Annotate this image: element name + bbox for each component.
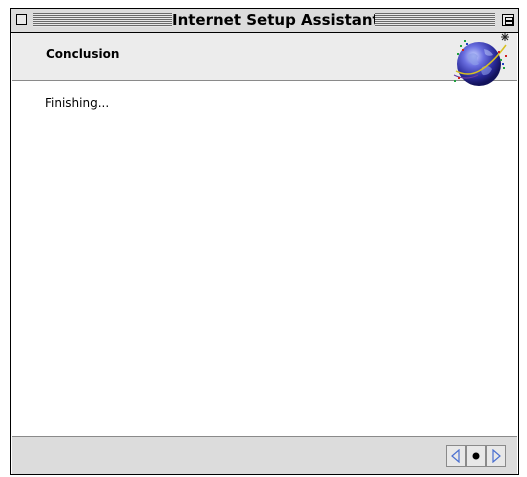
zoom-box-icon[interactable] [502, 14, 514, 26]
title-bar[interactable]: Internet Setup Assistant [11, 9, 518, 33]
triangle-right-icon [492, 449, 501, 463]
setup-assistant-window: Internet Setup Assistant Conclusion Fini… [10, 8, 519, 475]
back-button[interactable] [446, 445, 466, 467]
section-title: Conclusion [46, 47, 120, 61]
triangle-left-icon [451, 449, 460, 463]
window-title: Internet Setup Assistant [172, 9, 380, 32]
forward-button[interactable] [486, 445, 506, 467]
home-button[interactable] [466, 445, 486, 467]
dot-icon [472, 452, 480, 460]
close-box-icon[interactable] [16, 14, 27, 25]
status-message: Finishing... [45, 96, 110, 110]
title-bar-stripes-left [33, 13, 172, 27]
title-bar-stripes-right [375, 13, 495, 27]
footer-bar [12, 436, 517, 474]
section-header: Conclusion [12, 33, 517, 81]
globe-icon [453, 33, 509, 86]
